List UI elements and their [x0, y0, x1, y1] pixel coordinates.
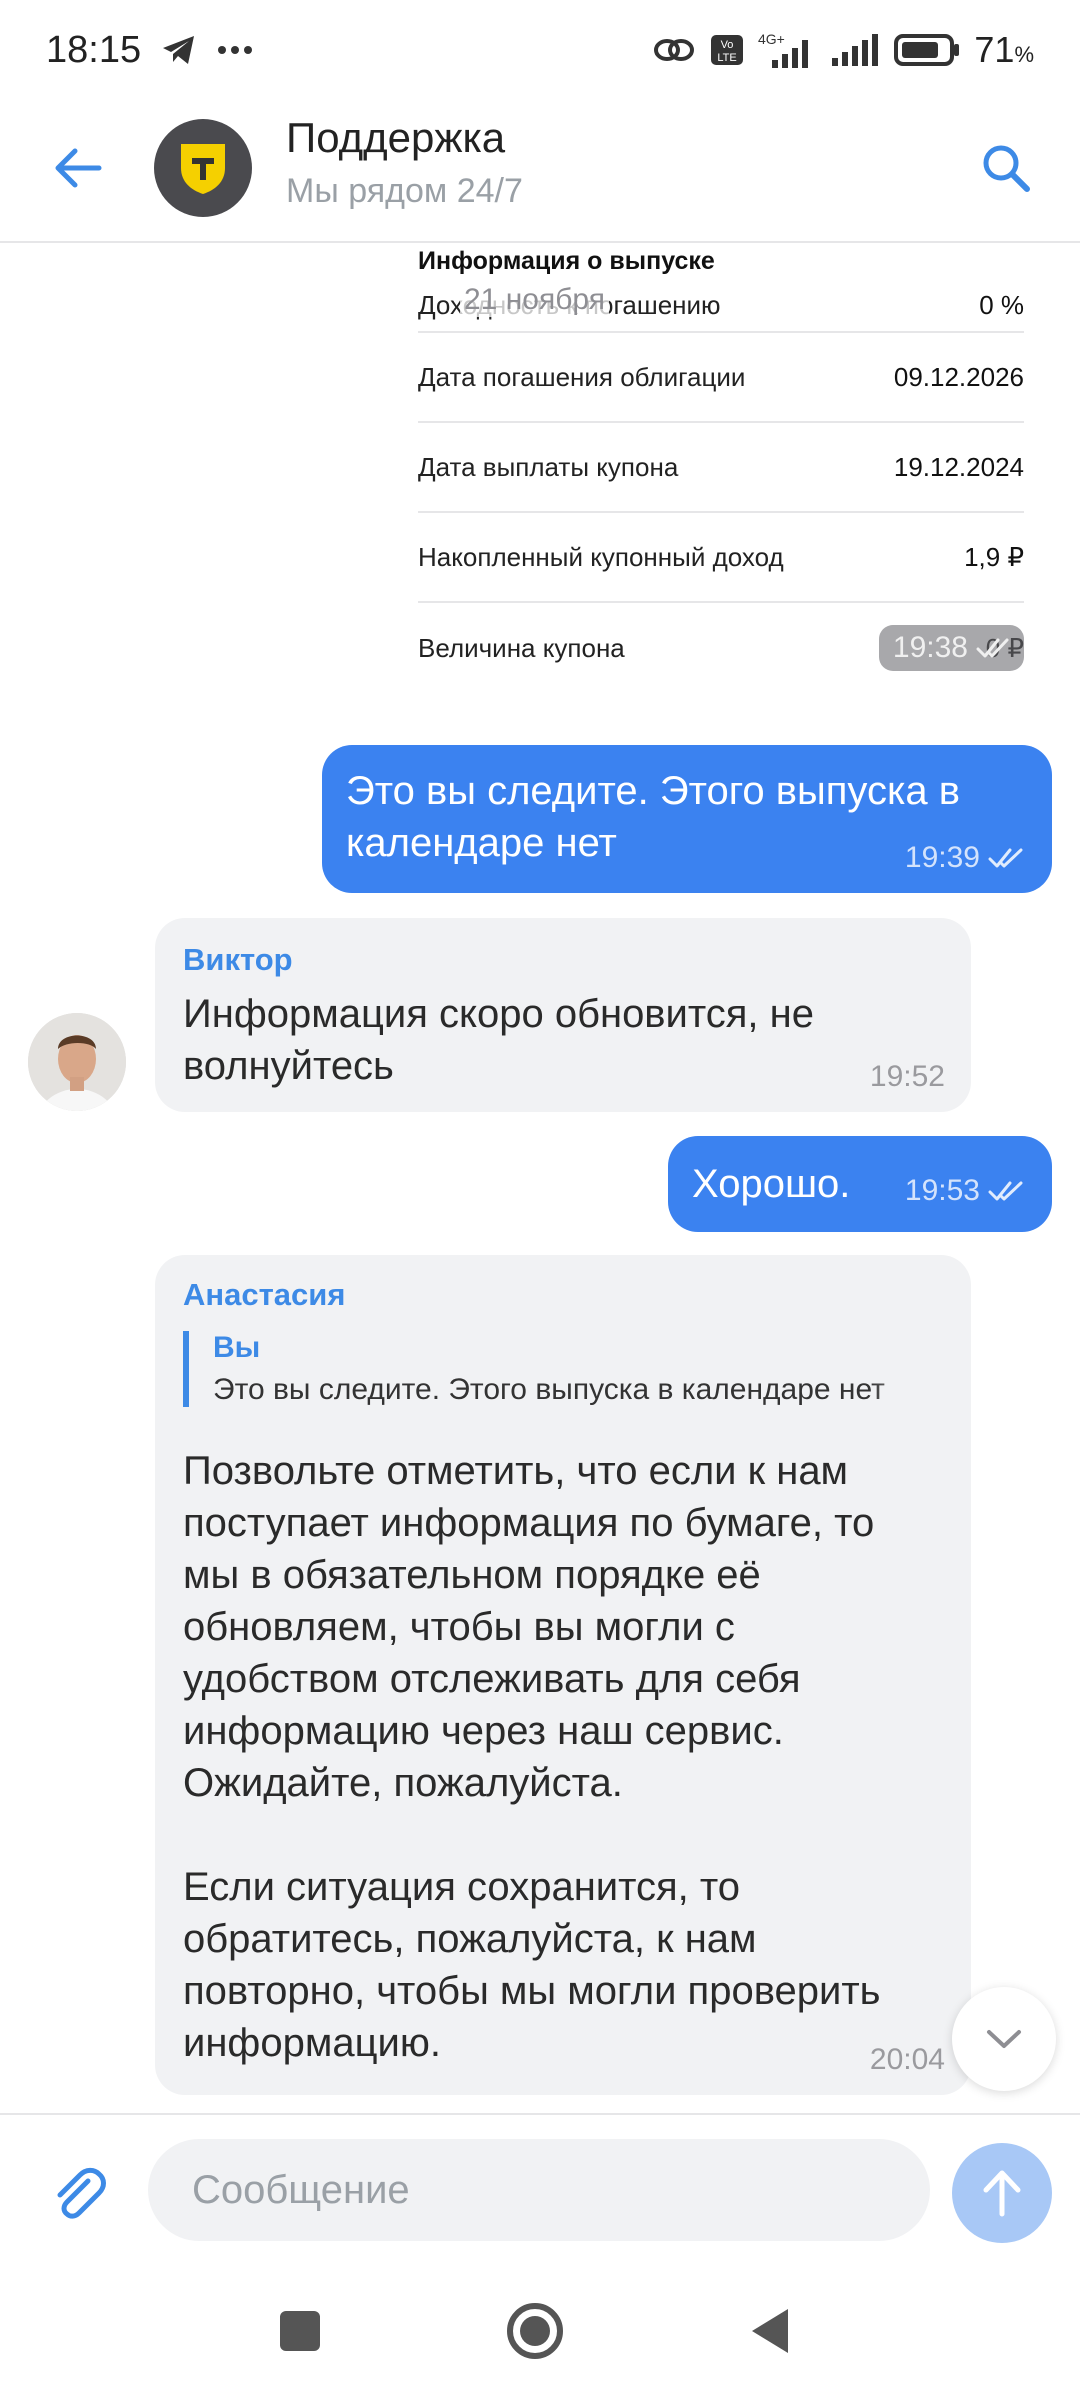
person-photo-icon [28, 1013, 126, 1111]
info-row: Накопленный купонный доход 1,9 ₽ [418, 513, 1024, 603]
attach-button[interactable] [44, 2159, 114, 2229]
reply-text: Это вы следите. Этого выпуска в календар… [213, 1373, 885, 1406]
chevron-down-icon [987, 2030, 1021, 2048]
paperclip-icon [57, 2167, 106, 2219]
info-row-value: 19.12.2024 [893, 451, 1024, 482]
message-input[interactable] [148, 2139, 930, 2241]
arrow-left-icon [55, 148, 102, 188]
reply-quote[interactable]: Вы Это вы следите. Этого выпуска в кален… [183, 1331, 943, 1407]
message-meta: 19:39 [905, 841, 1026, 875]
chat-header: Поддержка Мы рядом 24/7 [0, 100, 1080, 243]
message-meta: 20:04 [870, 2043, 945, 2077]
message-time: 19:38 [892, 631, 968, 664]
svg-text:LTE: LTE [718, 52, 737, 64]
search-button[interactable] [966, 128, 1046, 208]
scroll-down-button[interactable] [952, 1987, 1056, 2091]
message-time: 19:52 [869, 1060, 945, 1093]
message-composer [0, 2113, 1080, 2263]
arrow-up-icon [983, 2170, 1021, 2217]
outgoing-message[interactable]: Это вы следите. Этого выпуска в календар… [322, 745, 1052, 893]
chat-title[interactable]: Поддержка [286, 114, 505, 162]
message-text: Если ситуация сохранится, то обратитесь,… [183, 1865, 881, 2065]
volte-icon: Vo LTE [710, 34, 744, 66]
send-button[interactable] [952, 2143, 1052, 2243]
status-time: 18:15 [46, 28, 142, 71]
info-row-label: Накопленный купонный доход [418, 541, 784, 572]
message-text: Позвольте отметить, что если к нам посту… [183, 1449, 875, 1805]
double-check-icon [988, 848, 1023, 868]
info-row: Дата выплаты купона 19.12.2024 [418, 423, 1024, 513]
info-row: Величина купона 0 ₽ 19:38 [418, 603, 1024, 693]
incoming-message[interactable]: Анастасия Вы Это вы следите. Этого выпус… [155, 1255, 971, 2095]
info-row-label: Дата погашения облигации [418, 361, 746, 392]
circle-icon [507, 2303, 563, 2359]
triangle-back-icon [752, 2309, 788, 2353]
status-bar: 18:15 Vo LTE 4G+ 71% [0, 0, 1080, 100]
home-button[interactable] [495, 2291, 575, 2371]
message-list[interactable]: Информация о выпуске Доходность к погаше… [0, 245, 1080, 2113]
info-card-title: Информация о выпуске [418, 247, 715, 275]
info-row-label: Величина купона [418, 632, 625, 663]
reply-sender-name: Вы [213, 1331, 261, 1364]
sender-name[interactable]: Анастасия [183, 1277, 943, 1313]
sender-name[interactable]: Виктор [183, 942, 943, 978]
outgoing-message[interactable]: Хорошо. 19:53 [668, 1136, 1052, 1232]
recents-button[interactable] [260, 2291, 340, 2371]
chat-avatar[interactable] [154, 119, 252, 217]
telegram-icon [161, 34, 197, 66]
more-dots-icon [217, 45, 253, 55]
info-row-value: 0 % [979, 289, 1024, 320]
battery-percent: 71% [974, 29, 1034, 70]
info-row-label: Дата выплаты купона [418, 451, 679, 482]
link-icon [652, 35, 696, 65]
battery-icon [894, 33, 960, 67]
message-time-chip: 19:38 [878, 625, 1024, 671]
info-row-value: 09.12.2026 [893, 361, 1024, 392]
signal-4g-icon: 4G+ [758, 30, 816, 70]
date-separator: 21 ноября [460, 283, 609, 317]
incoming-message[interactable]: Виктор Информация скоро обновится, не во… [155, 918, 971, 1112]
search-icon [983, 145, 1030, 192]
bank-logo-icon [181, 144, 225, 194]
back-button[interactable] [40, 130, 116, 206]
info-row-value: 1,9 ₽ [964, 541, 1024, 572]
message-time: 20:04 [869, 2043, 945, 2076]
back-nav-button[interactable] [730, 2291, 810, 2371]
system-navigation-bar [0, 2263, 1080, 2400]
message-time: 19:39 [904, 841, 980, 874]
message-time: 19:53 [904, 1174, 980, 1207]
chat-subtitle: Мы рядом 24/7 [286, 172, 523, 210]
info-row: Дата погашения облигации 09.12.2026 [418, 333, 1024, 423]
network-label: 4G+ [758, 31, 785, 47]
square-icon [280, 2311, 320, 2351]
signal-icon [830, 32, 880, 68]
message-meta: 19:53 [905, 1174, 1026, 1208]
user-avatar[interactable] [28, 1013, 126, 1111]
svg-text:Vo: Vo [721, 39, 734, 51]
double-check-icon [976, 638, 1009, 658]
double-check-icon [988, 1181, 1023, 1201]
message-meta: 19:52 [870, 1060, 945, 1094]
message-text: Информация скоро обновится, не волнуйтес… [183, 992, 814, 1088]
